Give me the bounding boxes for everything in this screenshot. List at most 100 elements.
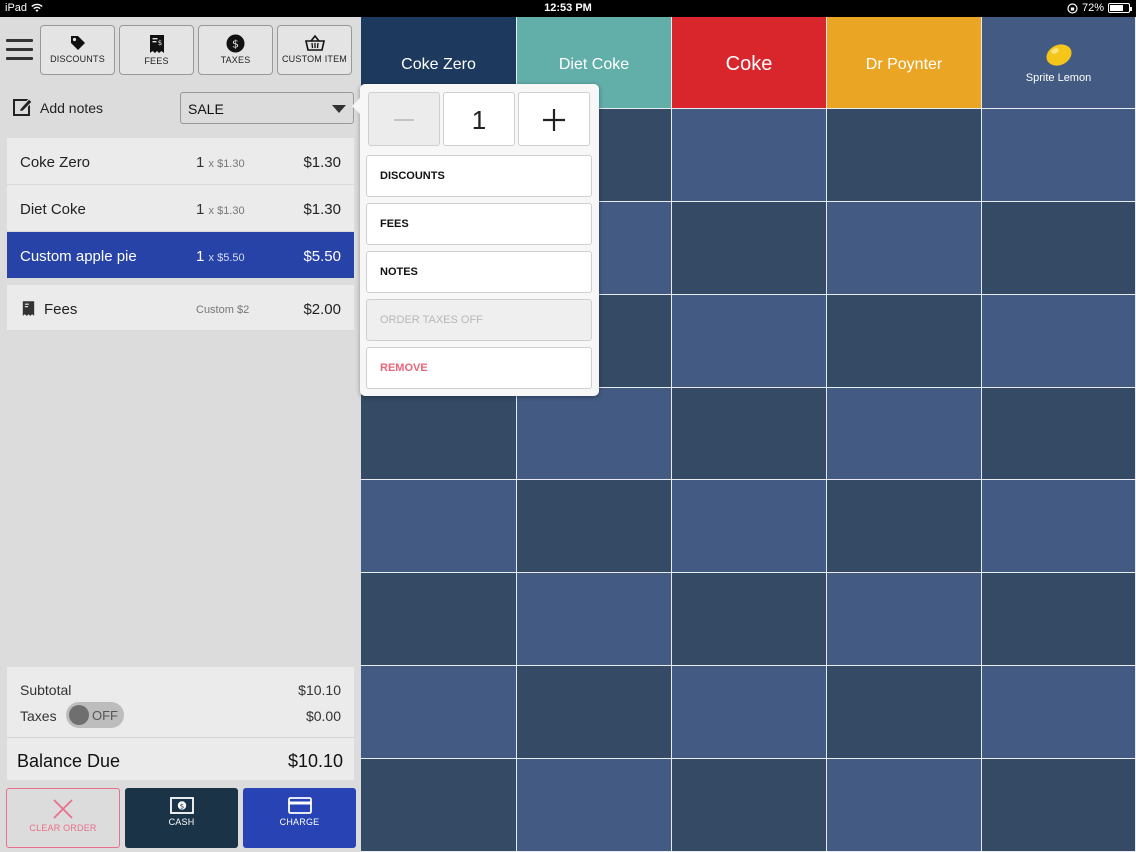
empty-product-slot[interactable] [827, 202, 981, 294]
discounts-button[interactable]: DISCOUNTS [40, 25, 115, 75]
empty-product-slot[interactable] [672, 388, 826, 479]
empty-product-slot[interactable] [827, 573, 981, 665]
order-type-select[interactable]: SALE [180, 92, 354, 124]
empty-product-slot[interactable] [982, 295, 1135, 387]
subtotal-value: $10.10 [298, 682, 341, 698]
empty-product-slot[interactable] [517, 388, 671, 479]
empty-product-slot[interactable] [827, 759, 981, 851]
empty-product-slot[interactable] [982, 666, 1135, 758]
empty-product-slot[interactable] [672, 666, 826, 758]
add-notes-label[interactable]: Add notes [40, 100, 103, 116]
svg-text:$: $ [179, 803, 183, 811]
product-tile-label: Sprite Lemon [1025, 72, 1092, 84]
product-tile-dr-poynter[interactable]: Dr Poynter [827, 17, 981, 108]
lemon-icon [1045, 44, 1072, 66]
taxes-label: TAXES [220, 55, 251, 65]
status-bar: iPad 12:53 PM 72% [0, 0, 1136, 17]
battery-percent: 72% [1081, 2, 1104, 14]
taxes-toggle[interactable]: OFF [66, 702, 124, 728]
empty-product-slot[interactable] [982, 109, 1135, 201]
empty-product-slot[interactable] [361, 666, 516, 758]
empty-product-slot[interactable] [672, 202, 826, 294]
order-item-diet-coke[interactable]: Diet Coke 1 x $1.30 $1.30 [7, 185, 354, 232]
empty-product-slot[interactable] [672, 109, 826, 201]
empty-product-slot[interactable] [672, 759, 826, 851]
increase-quantity-button[interactable] [518, 92, 590, 146]
empty-product-slot[interactable] [672, 573, 826, 665]
add-notes-icon[interactable] [13, 97, 33, 117]
balance-due-label: Balance Due [17, 751, 121, 771]
popover-order-taxes-off-option: ORDER TAXES OFF [366, 299, 592, 341]
empty-product-slot[interactable] [982, 480, 1135, 572]
popover-remove-option[interactable]: REMOVE [366, 347, 592, 389]
product-tile-label: Diet Coke [558, 56, 630, 73]
item-unit-price: x $1.30 [208, 158, 245, 170]
fee-detail: Custom $2 [196, 304, 250, 316]
item-price: $1.30 [303, 201, 341, 218]
basket-icon [304, 34, 325, 51]
quantity-field[interactable]: 1 [443, 92, 515, 146]
chevron-down-icon [332, 105, 346, 113]
popover-notes-option[interactable]: NOTES [366, 251, 592, 293]
popover-arrow [352, 98, 360, 114]
empty-product-slot[interactable] [827, 109, 981, 201]
empty-product-slot[interactable] [361, 480, 516, 572]
order-toolbar: DISCOUNTS $ FEES $ TAXES CUSTOM ITEM [0, 17, 361, 83]
item-qty: 1 x $5.50 [196, 248, 245, 265]
product-tile-sprite-lemon[interactable]: Sprite Lemon [982, 17, 1135, 108]
custom-item-label: CUSTOM ITEM [281, 54, 348, 64]
empty-product-slot[interactable] [361, 759, 516, 851]
order-item-coke-zero[interactable]: Coke Zero 1 x $1.30 $1.30 [7, 138, 354, 185]
popover-discounts-option[interactable]: DISCOUNTS [366, 155, 592, 197]
notes-row: Add notes SALE [0, 91, 361, 125]
empty-product-slot[interactable] [517, 573, 671, 665]
order-panel: DISCOUNTS $ FEES $ TAXES CUSTOM ITEM Add… [0, 17, 361, 852]
clear-order-label: CLEAR ORDER [29, 823, 97, 833]
svg-text:$: $ [157, 39, 161, 47]
empty-product-slot[interactable] [361, 388, 516, 479]
empty-product-slot[interactable] [672, 480, 826, 572]
toggle-knob [69, 705, 89, 725]
empty-product-slot[interactable] [827, 480, 981, 572]
charge-button[interactable]: CHARGE [243, 788, 356, 848]
menu-icon[interactable] [6, 39, 33, 61]
credit-card-icon [287, 797, 312, 814]
empty-product-slot[interactable] [517, 666, 671, 758]
item-unit-price: x $1.30 [208, 205, 245, 217]
taxes-button[interactable]: $ TAXES [198, 25, 273, 75]
order-fee-row[interactable]: Fees Custom $2 $2.00 [7, 285, 354, 331]
empty-product-slot[interactable] [982, 202, 1135, 294]
battery-fill [1110, 5, 1123, 11]
custom-item-button[interactable]: CUSTOM ITEM [277, 25, 352, 75]
fees-button[interactable]: $ FEES [119, 25, 194, 75]
empty-product-slot[interactable] [517, 480, 671, 572]
product-tile-coke[interactable]: Coke [672, 17, 826, 108]
product-tile-label: Coke [725, 53, 773, 75]
item-price: $1.30 [303, 154, 341, 171]
order-items-list: Coke Zero 1 x $1.30 $1.30 Diet Coke 1 x … [7, 138, 354, 331]
status-time: 12:53 PM [544, 2, 592, 14]
empty-product-slot[interactable] [827, 388, 981, 479]
totals-divider [7, 737, 354, 738]
empty-product-slot[interactable] [982, 573, 1135, 665]
empty-product-slot[interactable] [982, 388, 1135, 479]
clear-order-button[interactable]: CLEAR ORDER [6, 788, 120, 848]
discounts-label: DISCOUNTS [50, 54, 105, 64]
cash-icon: $ [169, 797, 194, 814]
order-item-custom-apple-pie[interactable]: Custom apple pie 1 x $5.50 $5.50 [7, 232, 354, 279]
empty-product-slot[interactable] [827, 295, 981, 387]
empty-product-slot[interactable] [361, 573, 516, 665]
empty-product-slot[interactable] [672, 295, 826, 387]
product-tile-label: Coke Zero [401, 56, 476, 73]
close-icon [53, 799, 73, 819]
empty-product-slot[interactable] [517, 759, 671, 851]
empty-product-slot[interactable] [827, 666, 981, 758]
cash-button[interactable]: $ CASH [125, 788, 238, 848]
decrease-quantity-button[interactable] [368, 92, 440, 146]
empty-product-slot[interactable] [982, 759, 1135, 851]
item-options-popover: 1 DISCOUNTS FEES NOTES ORDER TAXES OFF R… [352, 84, 599, 396]
order-totals: Subtotal $10.10 Taxes OFF $0.00 Balance … [7, 667, 354, 780]
popover-fees-option[interactable]: FEES [366, 203, 592, 245]
receipt-icon [22, 301, 35, 316]
fee-name: Fees [44, 301, 78, 318]
